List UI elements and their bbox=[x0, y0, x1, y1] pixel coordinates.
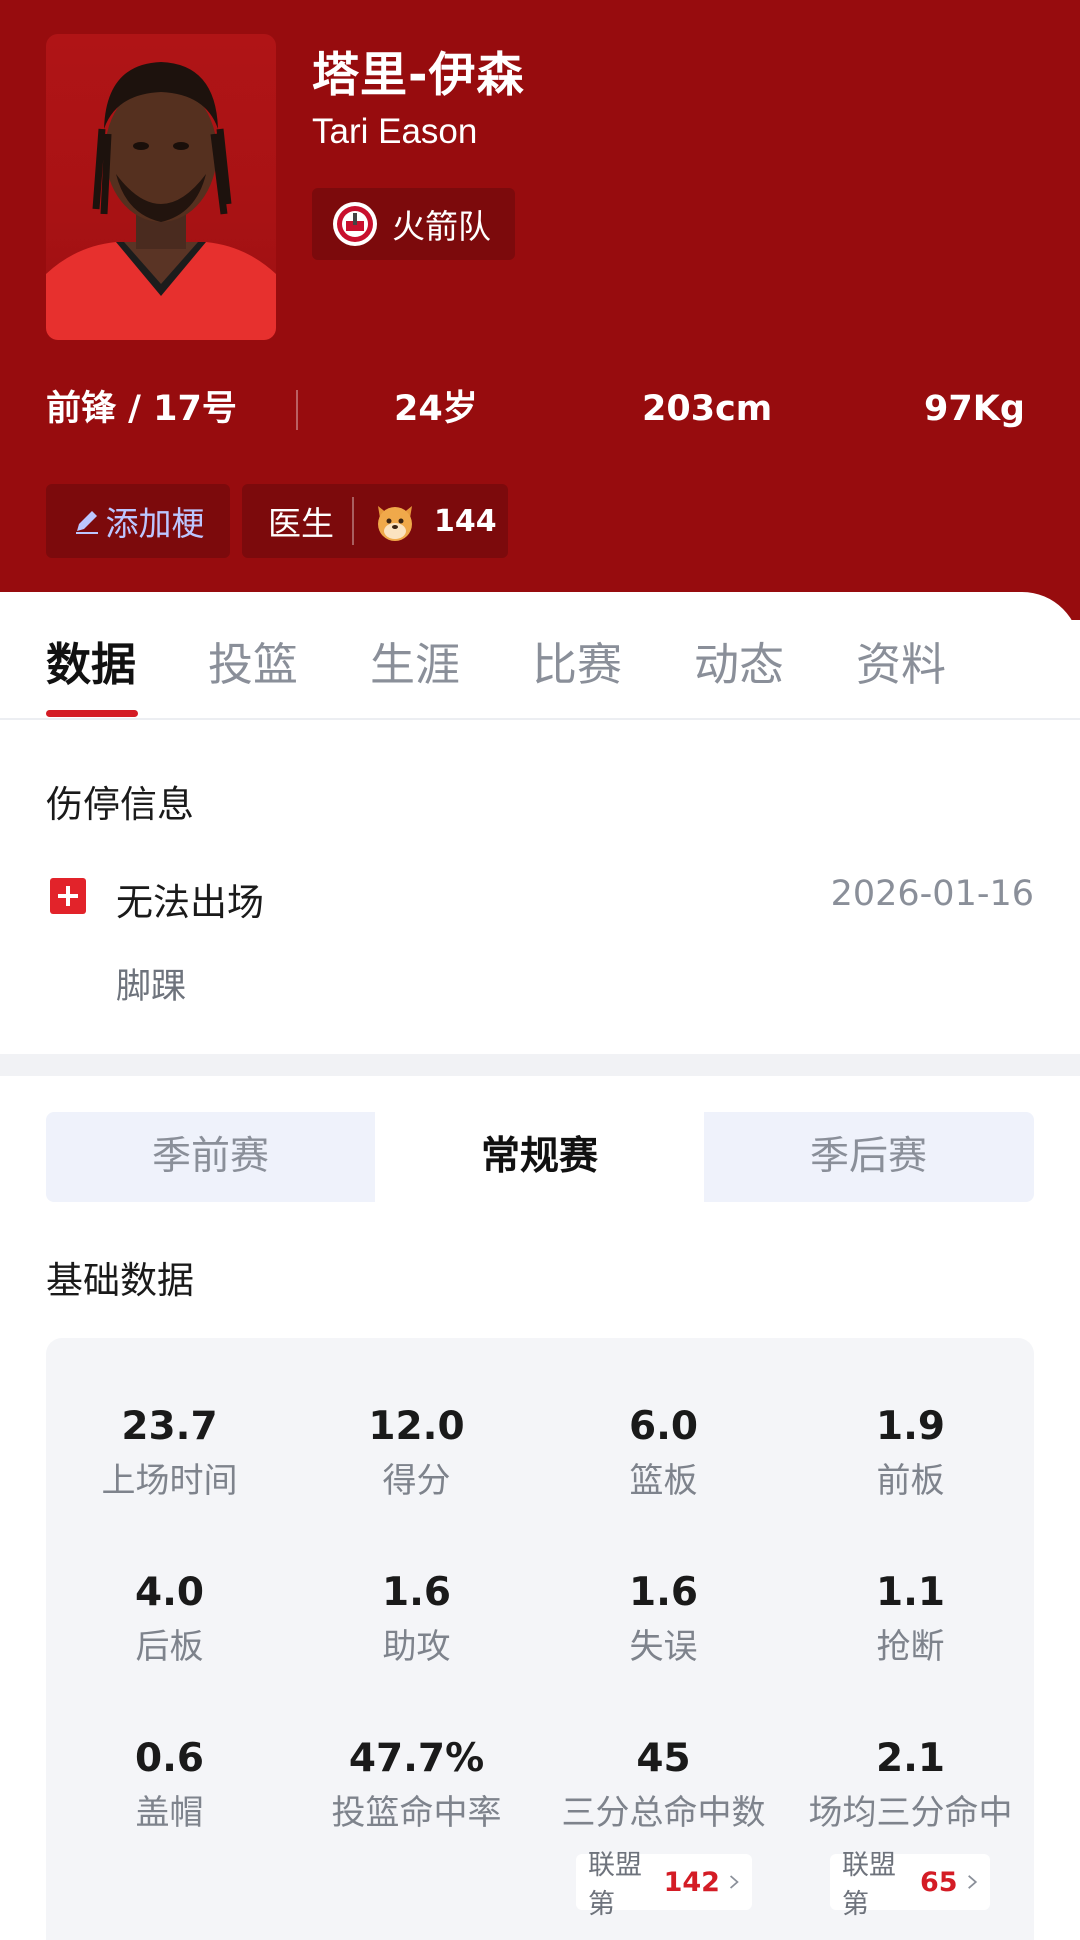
medical-cross-icon bbox=[50, 878, 86, 914]
stat-value: 6.0 bbox=[628, 1404, 699, 1449]
player-age: 24岁 bbox=[394, 389, 478, 429]
stat-steals: 1.1 抢断 bbox=[787, 1566, 1034, 1674]
stat-value: 1.6 bbox=[381, 1570, 452, 1615]
stat-assists: 1.6 助攻 bbox=[293, 1566, 540, 1674]
basic-stats-grid: 23.7 上场时间 12.0 得分 6.0 篮板 1.9 前板 4.0 后板 1… bbox=[46, 1338, 1034, 1940]
pencil-icon bbox=[75, 511, 98, 534]
stat-value: 4.0 bbox=[134, 1570, 205, 1615]
season-regular[interactable]: 常规赛 bbox=[375, 1112, 704, 1202]
injury-section-title: 伤停信息 bbox=[46, 783, 194, 826]
stat-label: 失误 bbox=[629, 1627, 698, 1667]
stat-label: 抢断 bbox=[876, 1627, 945, 1667]
rank-prefix: 联盟第 bbox=[588, 1850, 642, 1920]
position-number: 前锋 / 17号 bbox=[46, 389, 237, 429]
rank-number: 142 bbox=[663, 1866, 720, 1898]
stat-rebounds: 6.0 篮板 bbox=[540, 1400, 787, 1508]
tab-shooting[interactable]: 投篮 bbox=[208, 628, 298, 693]
stat-label: 盖帽 bbox=[135, 1793, 204, 1833]
stat-fg-percentage: 47.7% 投篮命中率 bbox=[293, 1732, 540, 1840]
stat-value: 1.9 bbox=[875, 1404, 946, 1449]
chevron-right-icon bbox=[729, 1875, 739, 1889]
stat-value: 1.6 bbox=[628, 1570, 699, 1615]
injury-date: 2026-01-16 bbox=[830, 874, 1034, 914]
player-header: 塔里-伊森 Tari Eason 火箭队 前锋 / 17号 24岁 203cm … bbox=[0, 0, 1080, 620]
stat-value: 0.6 bbox=[134, 1736, 205, 1781]
doge-emoji-icon bbox=[378, 506, 412, 541]
stat-label: 上场时间 bbox=[101, 1461, 238, 1501]
basic-stats-title: 基础数据 bbox=[46, 1259, 194, 1302]
tab-career[interactable]: 生涯 bbox=[370, 628, 460, 693]
stat-label: 后板 bbox=[135, 1627, 204, 1667]
injury-body-part: 脚踝 bbox=[116, 967, 187, 1007]
stat-label: 前板 bbox=[876, 1461, 945, 1501]
stat-value: 12.0 bbox=[368, 1404, 465, 1449]
add-meme-label: 添加梗 bbox=[105, 504, 205, 543]
stat-offensive-rebounds: 1.9 前板 bbox=[787, 1400, 1034, 1508]
stat-label: 投篮命中率 bbox=[331, 1793, 502, 1833]
stat-label: 得分 bbox=[382, 1461, 451, 1501]
stat-defensive-rebounds: 4.0 后板 bbox=[46, 1566, 293, 1674]
stat-turnovers: 1.6 失误 bbox=[540, 1566, 787, 1674]
doctor-label: 医生 bbox=[268, 504, 334, 543]
player-height: 203cm bbox=[642, 389, 773, 429]
stat-value: 23.7 bbox=[121, 1404, 218, 1449]
stat-label: 助攻 bbox=[382, 1627, 451, 1667]
stat-label: 场均三分命中 bbox=[808, 1793, 1013, 1833]
stat-value: 47.7% bbox=[348, 1736, 485, 1781]
section-separator bbox=[0, 1054, 1080, 1076]
stat-minutes: 23.7 上场时间 bbox=[46, 1400, 293, 1508]
player-photo bbox=[46, 34, 276, 340]
stat-label: 三分总命中数 bbox=[561, 1793, 766, 1833]
stat-blocks: 0.6 盖帽 bbox=[46, 1732, 293, 1840]
doctor-chip[interactable]: 医生 144 bbox=[242, 484, 508, 558]
tab-profile[interactable]: 资料 bbox=[856, 628, 946, 693]
stat-value: 45 bbox=[636, 1736, 691, 1781]
active-tab-indicator bbox=[46, 710, 138, 717]
tab-bar: 数据 投篮 生涯 比赛 动态 资料 bbox=[46, 628, 1046, 720]
stat-points: 12.0 得分 bbox=[293, 1400, 540, 1508]
tab-games[interactable]: 比赛 bbox=[532, 628, 622, 693]
tab-data[interactable]: 数据 bbox=[46, 628, 136, 693]
bio-divider bbox=[296, 390, 298, 430]
tabs-divider bbox=[0, 718, 1080, 720]
doctor-count: 144 bbox=[434, 503, 497, 539]
tab-news[interactable]: 动态 bbox=[694, 628, 784, 693]
stat-three-per-game: 2.1 场均三分命中 bbox=[787, 1732, 1034, 1840]
team-chip[interactable]: 火箭队 bbox=[312, 188, 515, 260]
player-bio-row: 前锋 / 17号 24岁 203cm 97Kg bbox=[46, 382, 1036, 436]
player-weight: 97Kg bbox=[924, 389, 1025, 429]
injury-status: 无法出场 bbox=[116, 881, 264, 924]
season-preseason[interactable]: 季前赛 bbox=[46, 1112, 375, 1202]
add-meme-button[interactable]: 添加梗 bbox=[46, 484, 230, 558]
season-playoffs[interactable]: 季后赛 bbox=[704, 1112, 1033, 1202]
stat-value: 2.1 bbox=[875, 1736, 946, 1781]
stat-three-total-made: 45 三分总命中数 bbox=[540, 1732, 787, 1840]
season-switch: 季前赛 常规赛 季后赛 bbox=[46, 1112, 1034, 1202]
rockets-logo-icon bbox=[333, 202, 377, 246]
rank-prefix: 联盟第 bbox=[842, 1850, 896, 1920]
player-photo-image bbox=[46, 62, 276, 340]
player-name-en: Tari Eason bbox=[312, 112, 478, 151]
stat-label: 篮板 bbox=[629, 1461, 698, 1501]
league-rank-chip-three-total[interactable]: 联盟第 142 bbox=[576, 1850, 752, 1920]
stat-value: 1.1 bbox=[875, 1570, 946, 1615]
rank-number: 65 bbox=[919, 1866, 958, 1898]
team-name: 火箭队 bbox=[392, 207, 491, 246]
chevron-right-icon bbox=[967, 1875, 977, 1889]
league-rank-chip-three-per-game[interactable]: 联盟第 65 bbox=[830, 1850, 990, 1920]
player-name-cn: 塔里-伊森 bbox=[312, 48, 525, 103]
doctor-divider bbox=[352, 497, 354, 545]
